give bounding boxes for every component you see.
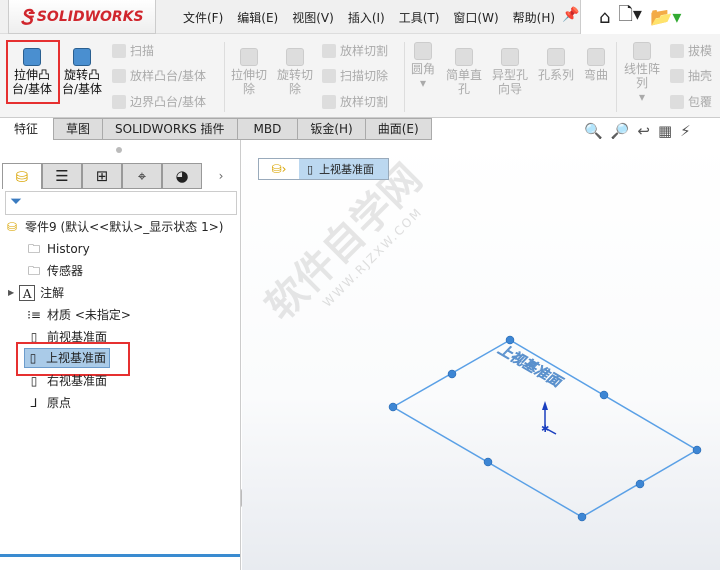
plane-handle — [577, 512, 587, 522]
plane-handle — [505, 335, 515, 345]
top-plane-graphic: ✱ 上视基准面 — [388, 335, 702, 522]
plane-handle — [483, 457, 493, 467]
svg-text:✱: ✱ — [541, 424, 549, 435]
plane-handle — [447, 369, 457, 379]
plane-handle — [635, 479, 645, 489]
plane-handle — [692, 445, 702, 455]
origin-icon: ✱ — [541, 401, 557, 435]
plane-handle — [599, 390, 609, 400]
plane-handle — [388, 402, 398, 412]
